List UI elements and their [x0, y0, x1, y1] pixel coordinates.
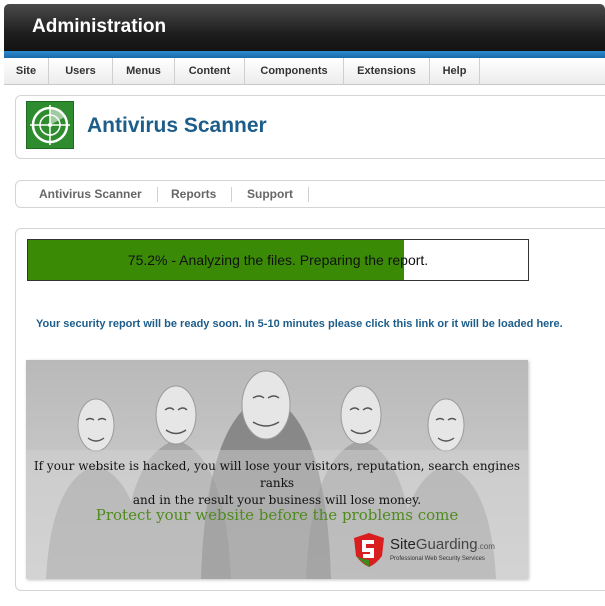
banner-message: If your website is hacked, you will lose… — [26, 458, 528, 509]
page-title: Antivirus Scanner — [87, 114, 267, 137]
brand-site: Site — [390, 536, 416, 553]
scan-progress-bar: 75.2% - Analyzing the files. Preparing t… — [27, 239, 529, 281]
banner-slogan: Protect your website before the problems… — [95, 506, 459, 524]
brand-guarding: Guarding — [415, 536, 478, 553]
banner-line-1: If your website is hacked, you will lose… — [33, 459, 521, 490]
menu-item-components[interactable]: Components — [245, 58, 344, 85]
radar-scan-icon — [26, 101, 74, 149]
header-accent-strip — [4, 51, 605, 58]
notice-text-before: Your security report will be ready soon.… — [36, 318, 393, 330]
menu-item-site[interactable]: Site — [4, 58, 49, 85]
menu-item-menus[interactable]: Menus — [113, 58, 175, 85]
menu-item-extensions[interactable]: Extensions — [344, 58, 430, 85]
admin-title: Administration — [32, 16, 167, 37]
admin-header-bar: Administration — [4, 4, 605, 58]
security-promo-banner[interactable]: If your website is hacked, you will lose… — [26, 360, 528, 579]
notice-text-after: or it will be loaded here. — [434, 318, 563, 330]
progress-label: 75.2% - Analyzing the files. Preparing t… — [127, 252, 429, 268]
report-link[interactable]: this link — [393, 318, 435, 330]
report-notice: Your security report will be ready soon.… — [36, 318, 563, 330]
sub-navigation: Antivirus Scanner Reports Support — [15, 180, 605, 208]
menu-item-users[interactable]: Users — [49, 58, 113, 85]
scan-panel: 75.2% - Analyzing the files. Preparing t… — [15, 228, 605, 591]
siteguarding-brand: SiteGuarding.com — [390, 536, 495, 553]
page-header-panel: Antivirus Scanner — [15, 95, 605, 159]
subnav-reports[interactable]: Reports — [171, 187, 233, 202]
menu-item-content[interactable]: Content — [175, 58, 245, 85]
main-menu-bar: Site Users Menus Content Components Exte… — [4, 58, 605, 85]
subnav-antivirus-scanner[interactable]: Antivirus Scanner — [39, 187, 158, 202]
brand-tld: .com — [477, 542, 495, 551]
menu-item-help[interactable]: Help — [430, 58, 480, 85]
brand-tagline: Professional Web Security Services — [390, 556, 485, 562]
siteguarding-shield-icon — [354, 533, 384, 567]
subnav-support[interactable]: Support — [247, 187, 309, 202]
